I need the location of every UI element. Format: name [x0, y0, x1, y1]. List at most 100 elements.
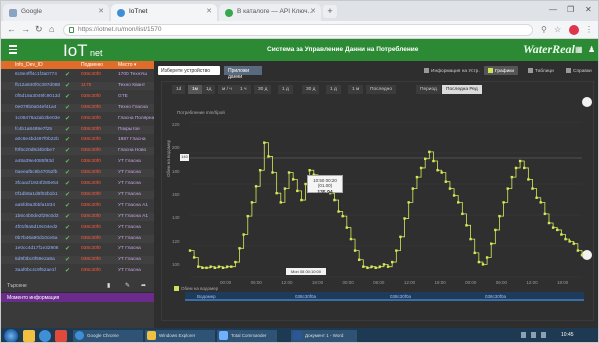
close-tab-icon[interactable]: ✕ — [206, 7, 212, 15]
profile-avatar[interactable] — [569, 25, 579, 35]
data-point[interactable] — [518, 159, 522, 163]
list-item[interactable]: 5d9f3bc0f59e2a8a ✔ 038c30f0 УТ Гласна — [1, 256, 154, 265]
list-item[interactable]: 3fcaacf1934f280e54 ✔ 038c30f0 УТ Гласна — [1, 180, 154, 188]
data-point[interactable] — [510, 175, 514, 179]
data-point[interactable] — [572, 242, 575, 245]
taskbar-item[interactable]: Google Chrome — [73, 330, 143, 342]
list-item[interactable]: 0e079b0a04ef41a4 ✔ 038c30f0 Техно Гласна — [1, 103, 154, 112]
edit-icon[interactable]: ✎ — [125, 282, 130, 289]
data-point[interactable] — [201, 266, 204, 270]
new-tab-button[interactable]: + — [323, 5, 337, 18]
data-point[interactable] — [386, 265, 390, 268]
share-icon[interactable]: ➦ — [141, 282, 146, 289]
data-point[interactable] — [539, 201, 542, 204]
data-point[interactable] — [390, 260, 394, 264]
column-header[interactable]: Место ▾ — [118, 62, 136, 68]
data-point[interactable] — [531, 187, 534, 190]
data-point[interactable] — [469, 237, 472, 241]
data-point[interactable] — [502, 201, 505, 204]
data-point[interactable] — [349, 237, 353, 241]
data-point[interactable] — [188, 249, 192, 252]
data-point[interactable] — [287, 171, 291, 174]
column-header[interactable]: Info_Dev_ID — [15, 62, 43, 68]
browser-tab-third[interactable]: В каталоге — API Ключ... ✕ — [219, 4, 321, 21]
data-point[interactable] — [337, 210, 340, 213]
close-tab-icon[interactable]: ✕ — [310, 7, 316, 15]
data-point[interactable] — [551, 226, 555, 229]
data-point[interactable] — [275, 191, 278, 195]
data-point[interactable] — [556, 228, 559, 232]
data-point[interactable] — [300, 198, 303, 202]
data-point[interactable] — [452, 194, 456, 197]
list-item[interactable]: a0c6e4bd497f0b22b ✔ 038c30f0 1887 Гласна — [1, 136, 154, 144]
apply-data-button[interactable]: Приложи данни — [224, 66, 262, 80]
data-point[interactable] — [366, 266, 369, 270]
data-point[interactable] — [465, 224, 468, 227]
data-point[interactable] — [205, 266, 208, 270]
data-point[interactable] — [494, 228, 497, 232]
explorer-icon[interactable] — [23, 330, 35, 342]
grid-icon[interactable]: ▦ — [575, 45, 583, 54]
data-point[interactable] — [424, 157, 427, 160]
data-point[interactable] — [568, 240, 571, 243]
browser-tab-iotnet[interactable]: IoTnet ✕ — [111, 4, 217, 21]
data-point[interactable] — [246, 214, 249, 218]
data-point[interactable] — [481, 263, 485, 266]
list-item[interactable]: 0f1db8a1d6f02b1b1 ✔ 038c30f0 УТ Гласна — [1, 190, 154, 199]
data-point[interactable] — [296, 189, 299, 193]
data-point[interactable] — [217, 265, 221, 268]
data-point[interactable] — [428, 150, 431, 154]
data-point[interactable] — [477, 260, 481, 264]
data-point[interactable] — [514, 166, 518, 170]
data-point[interactable] — [345, 226, 348, 229]
data-point[interactable] — [403, 217, 406, 220]
list-item[interactable]: 1e0cc4d17f1e32906 ✔ 038c30f0 УТ Гласна — [1, 245, 154, 253]
line-chart[interactable] — [162, 82, 595, 322]
data-point[interactable] — [250, 201, 254, 204]
data-point[interactable] — [506, 187, 509, 190]
menu-dots-icon[interactable]: ⋮ — [585, 25, 593, 34]
data-point[interactable] — [333, 198, 336, 202]
hamburger-menu-icon[interactable] — [9, 45, 17, 54]
data-point[interactable] — [564, 237, 567, 241]
data-point[interactable] — [291, 178, 295, 181]
browser-tab-google[interactable]: Google ✕ — [3, 4, 109, 21]
data-point[interactable] — [485, 256, 489, 259]
taskbar-item[interactable]: Документ 1 - Word — [291, 330, 357, 342]
data-point[interactable] — [362, 265, 365, 268]
device-select-input[interactable]: Изберете устройство — [158, 66, 220, 75]
data-point[interactable] — [341, 214, 344, 218]
data-point[interactable] — [411, 187, 415, 190]
data-point[interactable] — [238, 247, 241, 250]
data-point[interactable] — [378, 265, 382, 268]
list-item[interactable]: 0b7b46a90d10ce5a ✔ 038c30f0 УТ Гласна — [1, 234, 154, 243]
tray-icon[interactable] — [531, 332, 536, 338]
data-point[interactable] — [457, 201, 460, 204]
app-icon[interactable] — [55, 330, 67, 342]
tray-icon[interactable] — [541, 332, 546, 338]
list-item[interactable]: 4f01f8a5d19c04ed2 ✔ 038c30f0 УТ Гласна — [1, 224, 154, 232]
data-point[interactable] — [448, 187, 452, 190]
data-point[interactable] — [221, 266, 225, 270]
list-item[interactable]: a48a39e4085f93d ✔ 038c30f0 УТ Гласна — [1, 158, 154, 166]
data-point[interactable] — [225, 265, 229, 268]
data-point[interactable] — [271, 171, 274, 174]
user-icon[interactable]: ♟ — [588, 45, 595, 54]
data-point[interactable] — [407, 201, 410, 204]
chart-legend[interactable]: Обем на водомер — [174, 286, 218, 291]
tab-tables[interactable]: Таблици — [524, 66, 558, 75]
data-point[interactable] — [234, 260, 237, 264]
data-point[interactable] — [263, 141, 266, 144]
data-point[interactable] — [242, 233, 245, 236]
tab-charts[interactable]: Графики — [484, 66, 519, 75]
taskbar-item[interactable]: Windows Explorer — [145, 330, 215, 342]
data-point[interactable] — [213, 266, 216, 270]
data-point[interactable] — [523, 166, 526, 170]
data-point[interactable] — [547, 221, 551, 225]
taskbar-clock[interactable]: 10:45 — [561, 332, 574, 338]
start-button[interactable] — [4, 329, 18, 342]
data-point[interactable] — [258, 169, 262, 172]
data-point[interactable] — [209, 265, 212, 268]
column-header[interactable]: Подменю — [81, 62, 103, 68]
url-field[interactable]: https://iotnet.ru/mon/list/1570 — [63, 24, 533, 36]
